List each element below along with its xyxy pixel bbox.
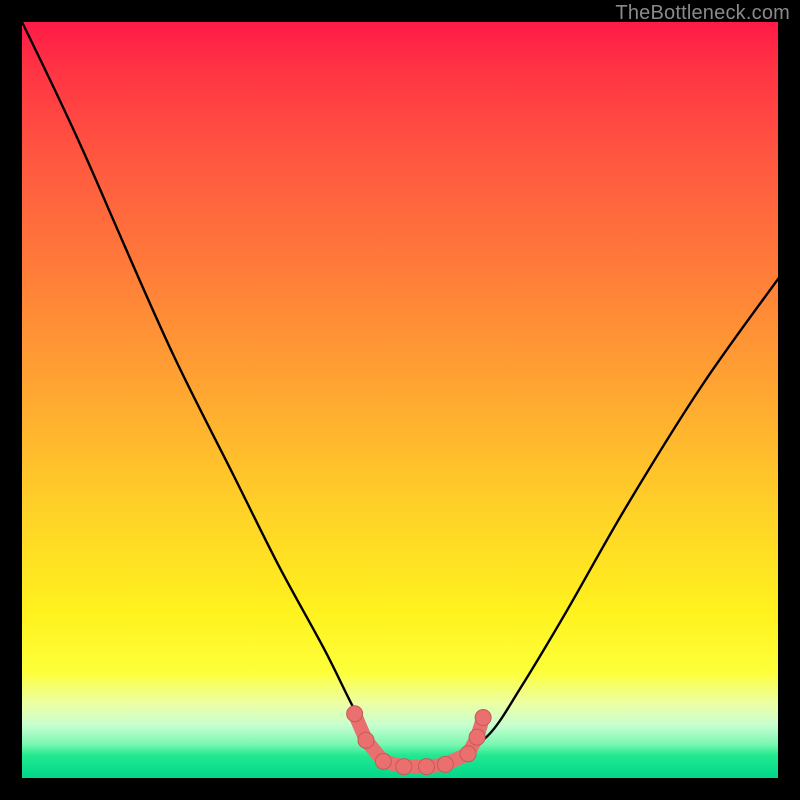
curve-layer [22, 22, 778, 778]
watermark-text: TheBottleneck.com [615, 2, 790, 25]
bottleneck-curve [22, 22, 784, 768]
highlight-dot [396, 759, 412, 775]
chart-frame: TheBottleneck.com [0, 0, 800, 800]
highlight-dot [358, 732, 374, 748]
highlight-dot [347, 706, 363, 722]
highlight-dot [375, 753, 391, 769]
highlight-dot [418, 759, 434, 775]
plot-area [22, 22, 778, 778]
highlight-dot [469, 729, 485, 745]
highlight-dot [460, 746, 476, 762]
highlight-dot-group [347, 706, 492, 775]
highlight-dot [475, 710, 491, 726]
highlight-dot [437, 756, 453, 772]
